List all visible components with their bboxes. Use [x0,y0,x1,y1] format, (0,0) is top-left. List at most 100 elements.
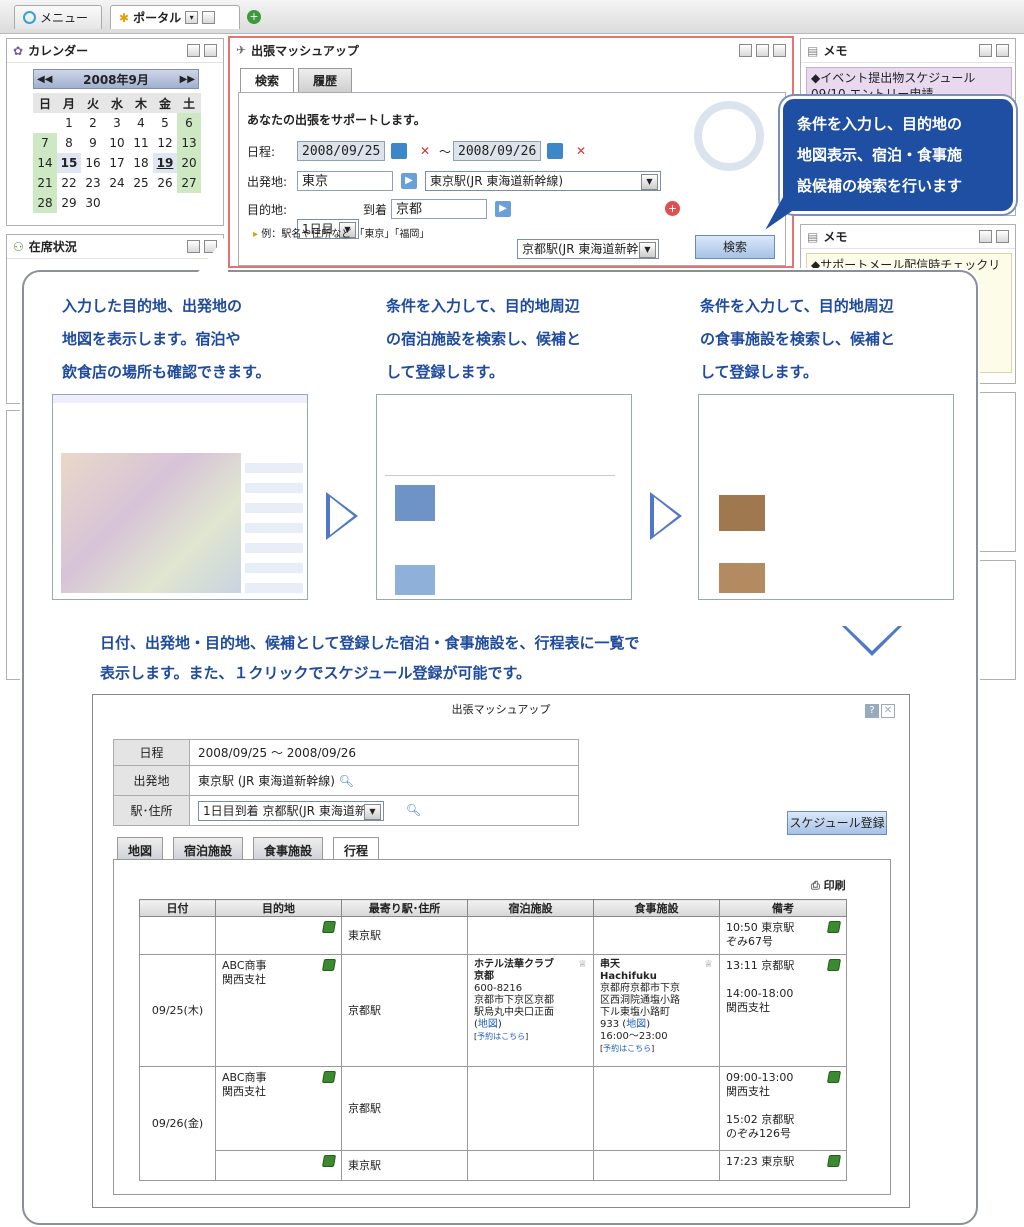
close-icon[interactable] [773,43,786,57]
crown-icon[interactable]: ♕ [704,959,713,971]
food-reserve-link[interactable]: 予約はこちら [603,1044,651,1053]
hotel-screenshot-thumbnail [376,394,632,600]
calendar-day[interactable]: 1 [57,113,81,133]
close-icon[interactable]: ✕ [881,704,895,718]
edit-icon[interactable] [321,921,337,933]
add-tab-icon[interactable]: + [247,10,261,24]
calendar-grid: 日月火水木金土 1 2 3 4 5 6 7 8 9 10 11 12 13 14 15 16 17 18 19 20 21… [33,93,201,213]
calendar-weekday: 金 [153,93,177,113]
edit-icon[interactable] [826,959,842,971]
calendar-day[interactable]: 29 [57,193,81,213]
origin-station-select[interactable]: 東京駅(JR 東海道新幹線) [425,171,661,191]
calendar-day[interactable]: 28 [33,193,57,213]
date-to-input[interactable]: 2008/09/26 [453,141,541,161]
calendar-day[interactable]: 11 [129,133,153,153]
edit-icon[interactable] [321,1155,337,1167]
hotel-map-link[interactable]: 地図 [478,1019,498,1030]
calendar-day[interactable]: 27 [177,173,201,193]
maximize-icon[interactable] [996,44,1009,57]
edit-icon[interactable] [826,921,842,933]
prev-month-icon[interactable]: ◀◀ [37,74,52,85]
minimize-icon[interactable] [979,44,992,57]
crown-icon[interactable]: ♕ [578,959,587,971]
calendar-day [33,113,57,133]
arrow-right-icon[interactable]: ▶ [401,173,417,189]
calendar-day[interactable]: 5 [153,113,177,133]
calendar-day[interactable]: 19 [153,153,177,173]
calendar-day[interactable]: 26 [153,173,177,193]
edit-icon[interactable] [826,1155,842,1167]
calendar-day[interactable]: 21 [33,173,57,193]
minimize-icon[interactable] [739,43,752,57]
clear-date-icon[interactable]: ✕ [573,143,589,159]
memo-line: ◆イベント提出物スケジュール [811,71,976,85]
magnifier-icon[interactable]: 🔍︎ [339,774,354,788]
print-link[interactable]: 印刷 [824,879,846,892]
tab-menu[interactable]: メニュー [14,5,102,29]
tab-itinerary[interactable]: 行程 [333,837,380,859]
calendar-picker-icon[interactable] [391,143,407,159]
tab-food[interactable]: 食事施設 [253,837,324,859]
help-icon[interactable]: ? [865,704,879,718]
calendar-day[interactable]: 30 [81,193,105,213]
tab-refresh-icon[interactable] [202,11,216,24]
printer-icon[interactable]: ⎙ [811,879,820,892]
calendar-day[interactable]: 13 [177,133,201,153]
calendar-weekday: 火 [81,93,105,113]
calendar-day[interactable]: 3 [105,113,129,133]
clear-date-icon[interactable]: ✕ [417,143,433,159]
edit-icon[interactable] [321,959,337,971]
dest-input[interactable]: 京都 [391,199,487,219]
tab-portal[interactable]: ✱ ポータル ▾ [110,5,240,29]
calendar-day[interactable]: 17 [105,153,129,173]
calendar-day[interactable]: 23 [81,173,105,193]
tab-history[interactable]: 履歴 [298,68,353,92]
add-dest-icon[interactable]: + [665,201,680,216]
tab-hotel[interactable]: 宿泊施設 [173,837,244,859]
calendar-picker-icon[interactable] [547,143,563,159]
calendar-day[interactable]: 9 [81,133,105,153]
calendar-day[interactable]: 2 [81,113,105,133]
maximize-icon[interactable] [996,230,1009,243]
maximize-icon[interactable] [204,44,217,57]
calendar-day[interactable]: 14 [33,153,57,173]
maximize-icon[interactable] [756,43,769,57]
calendar-day[interactable]: 8 [57,133,81,153]
itinerary-window: 出張マッシュアップ ? ✕ 日程 2008/09/25 ～ 2008/09/26 … [92,694,910,1208]
calendar-day[interactable]: 25 [129,173,153,193]
magnifier-icon[interactable]: 🔍︎ [406,803,421,817]
flow-down-arrow-inner [846,626,898,651]
calendar-day[interactable]: 15 [57,153,81,173]
dest-station-select[interactable]: 京都駅(JR 東海道新幹 [517,239,659,259]
tab-search[interactable]: 検索 [240,68,295,92]
schedule-register-button[interactable]: スケジュール登録 [787,811,887,835]
calendar-day[interactable]: 10 [105,133,129,153]
calendar-day[interactable]: 24 [105,173,129,193]
hotel-reserve-link[interactable]: 予約はこちら [477,1032,525,1041]
calendar-panel: ✿ カレンダー ◀◀ 2008年9月 ▶▶ 日月火水木金土 1 2 3 4 5 6 7 8 9 10 1… [6,38,224,226]
arrow-right-icon[interactable]: ▶ [495,201,511,217]
station-select[interactable]: 1日目到着 京都駅(JR 東海道新幹 [198,800,384,821]
food-map-link[interactable]: 地図 [626,1019,646,1030]
search-button[interactable]: 検索 [695,235,775,259]
calendar-day[interactable]: 6 [177,113,201,133]
next-month-icon[interactable]: ▶▶ [180,74,195,85]
edit-icon[interactable] [826,1071,842,1083]
minimize-icon[interactable] [979,230,992,243]
calendar-day[interactable]: 4 [129,113,153,133]
calendar-day[interactable]: 16 [81,153,105,173]
edit-icon[interactable] [321,1071,337,1083]
calendar-day[interactable]: 12 [153,133,177,153]
calendar-weekday: 水 [105,93,129,113]
calendar-day [129,193,153,213]
calendar-day[interactable]: 20 [177,153,201,173]
date-from-input[interactable]: 2008/09/25 [297,141,385,161]
tab-map[interactable]: 地図 [117,837,164,859]
calendar-day[interactable]: 7 [33,133,57,153]
origin-input[interactable]: 東京 [297,171,393,191]
tab-dropdown-icon[interactable]: ▾ [185,11,199,24]
minimize-icon[interactable] [187,44,200,57]
calendar-day[interactable]: 18 [129,153,153,173]
table-row: 09/26(金) ABC商事 関西支社 京都駅 09:00-13:00 関西支社 15… [139,1066,847,1181]
calendar-day[interactable]: 22 [57,173,81,193]
